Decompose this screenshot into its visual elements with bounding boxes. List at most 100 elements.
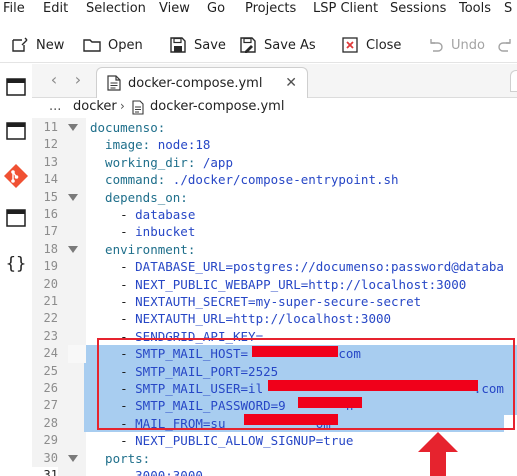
line-number: 12 (43, 137, 58, 152)
close-button[interactable]: Close (340, 35, 401, 55)
code-text: - database (90, 207, 196, 222)
code-line[interactable]: 13 working_dir: /app (32, 154, 517, 171)
line-number: 22 (43, 311, 58, 326)
menu-sessions[interactable]: Sessions (390, 1, 446, 16)
line-number: 14 (43, 172, 58, 187)
menu-file[interactable]: File (3, 1, 25, 16)
menu-view[interactable]: View (159, 1, 190, 16)
breadcrumb: ... docker › docker-compose.yml (32, 98, 517, 118)
code-line[interactable]: 19 - DATABASE_URL=postgres://documenso:p… (32, 258, 517, 275)
open-button[interactable]: Open (82, 35, 143, 55)
code-text: - NEXT_PUBLIC_WEBAPP_URL=http://localhos… (90, 276, 467, 292)
line-number: 29 (43, 433, 58, 448)
code-text: command: ./docker/compose-entrypoint.sh (90, 172, 399, 188)
code-line[interactable]: 11 documenso: (32, 119, 517, 136)
close-file-icon (342, 37, 358, 53)
redo-button[interactable] (496, 35, 516, 55)
line-number: 31 (32, 467, 58, 476)
git-icon (4, 164, 28, 188)
code-text: image: node:18 (90, 137, 211, 153)
line-number: 27 (43, 398, 58, 413)
annotation-box (97, 338, 515, 430)
save-icon (170, 37, 186, 53)
code-text: - 3000:3000 (90, 468, 203, 476)
tab-docker-compose[interactable]: docker-compose.yml ✕ (96, 67, 308, 98)
undo-button[interactable]: Undo (425, 35, 485, 55)
line-number: 13 (43, 154, 58, 169)
open-button-label: Open (108, 37, 143, 53)
code-line[interactable]: 15 depends_on: (32, 189, 517, 206)
code-line[interactable]: 16 - database (32, 206, 517, 223)
braces-icon: {} (6, 254, 26, 274)
code-text: documenso: (90, 120, 166, 135)
line-number: 25 (43, 363, 58, 378)
line-number: 16 (43, 207, 58, 221)
menu-lsp-client[interactable]: LSP Client (313, 1, 378, 16)
fold-arrow-icon[interactable] (68, 454, 78, 462)
code-text: working_dir: /app (90, 154, 233, 170)
breadcrumb-ellipsis[interactable]: ... (49, 99, 61, 114)
folder-icon (6, 209, 26, 227)
close-button-label: Close (366, 37, 402, 53)
folder-icon (6, 122, 26, 140)
breadcrumb-file[interactable]: docker-compose.yml (150, 99, 284, 114)
toolbar: New Open Save Save As Close Undo (0, 27, 517, 63)
code-text: - NEXT_PUBLIC_ALLOW_SIGNUP=true (90, 433, 354, 449)
code-line[interactable]: 20 - NEXT_PUBLIC_WEBAPP_URL=http://local… (32, 276, 517, 293)
new-button-label: New (36, 37, 65, 53)
undo-button-label: Undo (451, 37, 485, 53)
file-icon (132, 100, 144, 115)
menu-overflow[interactable]: S (504, 1, 512, 16)
forward-arrow-icon[interactable]: › (70, 72, 86, 88)
code-line[interactable]: 18 environment: (32, 241, 517, 258)
code-text: - NEXTAUTH_SECRET=my-super-secure-secret (90, 294, 422, 309)
chevron-right-icon: › (120, 99, 125, 113)
line-number: 19 (43, 259, 58, 274)
git-panel-button[interactable] (3, 163, 29, 189)
up-arrow-icon (418, 432, 458, 476)
line-number: 18 (43, 241, 58, 256)
code-line[interactable]: 22 - NEXTAUTH_URL=http://localhost:3000 (32, 310, 517, 327)
save-as-button-label: Save As (264, 37, 316, 53)
new-file-icon (12, 37, 28, 52)
fold-arrow-icon[interactable] (68, 124, 78, 131)
line-number: 17 (43, 224, 58, 239)
code-text: ports: (90, 450, 151, 466)
menu-bar: File Edit Selection View Go Projects LSP… (0, 0, 517, 18)
menu-tools[interactable]: Tools (459, 1, 491, 16)
menu-projects[interactable]: Projects (245, 1, 296, 16)
line-number: 26 (43, 381, 58, 395)
tab-bar: ‹ › docker-compose.yml ✕ (32, 64, 517, 98)
code-text: depends_on: (90, 189, 188, 205)
documents-panel-button[interactable] (5, 76, 27, 98)
close-tab-icon[interactable]: ✕ (285, 75, 297, 91)
save-as-button[interactable]: Save As (238, 35, 316, 55)
save-as-icon (240, 37, 256, 53)
menu-edit[interactable]: Edit (43, 1, 68, 16)
folder-open-icon (83, 39, 101, 52)
filesystem-panel-button[interactable] (5, 207, 27, 229)
fold-arrow-icon[interactable] (68, 193, 78, 201)
projects-panel-button[interactable] (5, 120, 27, 142)
line-number: 30 (43, 450, 58, 465)
new-button[interactable]: New (10, 35, 64, 55)
file-icon (107, 75, 121, 91)
code-line[interactable]: 17 - inbucket (32, 223, 517, 240)
save-button[interactable]: Save (168, 35, 226, 55)
code-line[interactable]: 12 image: node:18 (32, 136, 517, 153)
next-tab-edge (510, 70, 517, 92)
redo-icon (498, 39, 511, 52)
menu-go[interactable]: Go (207, 1, 225, 16)
symbols-panel-button[interactable]: {} (5, 252, 27, 274)
code-line[interactable]: 14 command: ./docker/compose-entrypoint.… (32, 171, 517, 188)
line-number: 21 (43, 294, 58, 308)
fold-arrow-icon[interactable] (68, 245, 78, 253)
back-arrow-icon[interactable]: ‹ (46, 72, 62, 88)
line-number: 11 (43, 120, 58, 134)
line-number: 24 (43, 346, 58, 361)
code-line[interactable]: 21 - NEXTAUTH_SECRET=my-super-secure-sec… (32, 293, 517, 310)
line-number: 20 (43, 276, 58, 291)
breadcrumb-folder[interactable]: docker (73, 99, 117, 114)
menu-selection[interactable]: Selection (86, 1, 146, 16)
code-text: environment: (90, 241, 196, 257)
